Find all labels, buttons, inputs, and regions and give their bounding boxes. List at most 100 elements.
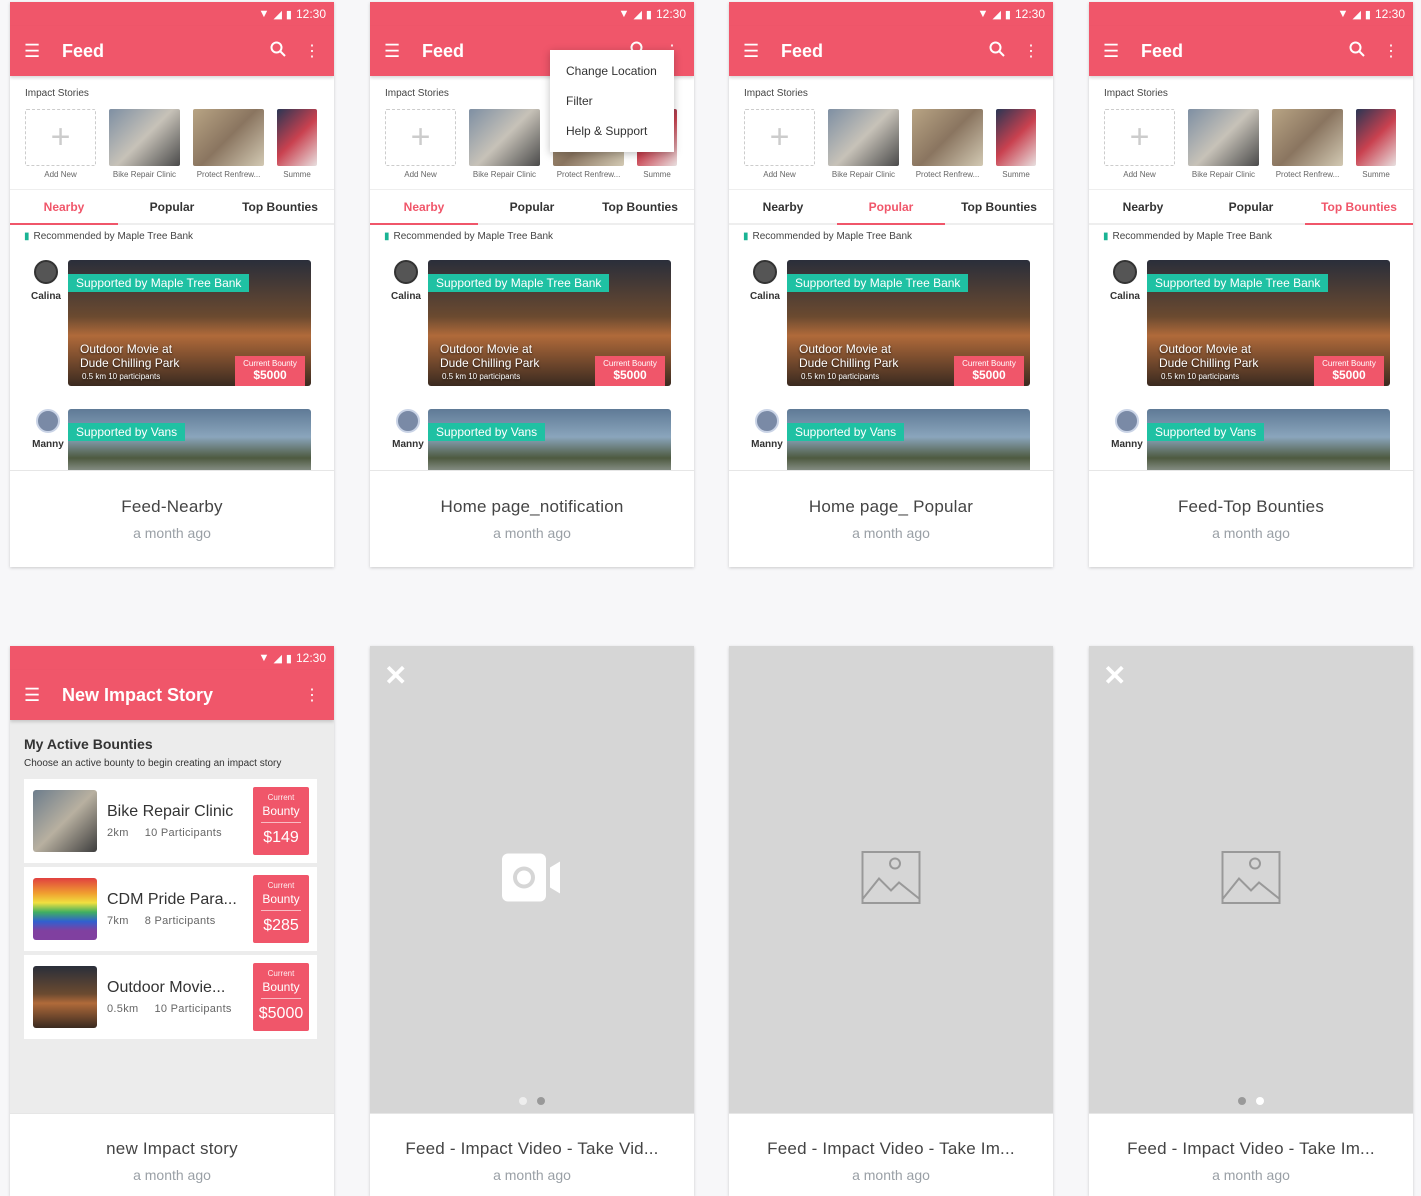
sponsor-badge: Supported by Vans — [787, 423, 905, 441]
design-card[interactable]: Feed - Impact Video - Take Im... a month… — [729, 646, 1053, 1196]
app-bar-title: Feed — [781, 40, 824, 61]
menu-item-change-location[interactable]: Change Location — [550, 56, 674, 86]
menu-item-help-support[interactable]: Help & Support — [550, 116, 674, 146]
tab-popular[interactable]: Popular — [1197, 190, 1305, 223]
image-icon[interactable] — [1221, 850, 1281, 909]
hamburger-icon[interactable]: ☰ — [743, 41, 769, 62]
pager-dot[interactable] — [1238, 1097, 1246, 1105]
screen-preview[interactable]: ✕ — [370, 646, 694, 1113]
feed-post[interactable]: Calina Supported by Maple Tree Bank Outd… — [1103, 248, 1396, 392]
bookmark-icon: ▮ — [1103, 231, 1109, 242]
story-add-new[interactable]: + Add New — [1104, 109, 1175, 179]
bounty-list-item[interactable]: Bike Repair Clinic 2km 10 Participants Cu… — [24, 779, 317, 863]
wifi-icon: ▼ — [1337, 8, 1349, 20]
pager-dot[interactable] — [537, 1097, 545, 1105]
tab-nearby[interactable]: Nearby — [370, 190, 478, 225]
tab-top-bounties[interactable]: Top Bounties — [586, 190, 694, 223]
close-icon[interactable]: ✕ — [1103, 662, 1126, 690]
card-title[interactable]: Feed-Top Bounties — [1089, 497, 1413, 517]
tab-nearby[interactable]: Nearby — [1089, 190, 1197, 223]
search-icon[interactable] — [270, 41, 286, 62]
card-title[interactable]: new Impact story — [10, 1139, 334, 1159]
tab-top-bounties[interactable]: Top Bounties — [945, 190, 1053, 223]
close-icon[interactable]: ✕ — [384, 662, 407, 690]
screen-preview[interactable]: ▼ ◢ ▮ 12:30 ☰ Feed ⋮ Impact Stories + Ad… — [1089, 2, 1413, 470]
story-bike-repair[interactable]: Bike Repair Clinic — [1188, 109, 1259, 179]
hamburger-icon[interactable]: ☰ — [24, 41, 50, 62]
feed-post[interactable]: Calina Supported by Maple Tree Bank Outd… — [743, 248, 1036, 392]
story-protect-renfrew[interactable]: Protect Renfrew... — [193, 109, 264, 179]
feed-tabs: Nearby Popular Top Bounties — [370, 189, 694, 225]
story-protect-renfrew[interactable]: Protect Renfrew... — [912, 109, 983, 179]
card-title[interactable]: Home page_notification — [370, 497, 694, 517]
design-card[interactable]: ▼ ◢ ▮ 12:30 ☰ Feed ⋮ Change LocationFilt… — [370, 2, 694, 567]
design-card[interactable]: ✕ Feed - Impact Video - Take Im... a mon… — [1089, 646, 1413, 1196]
search-icon[interactable] — [1349, 41, 1365, 62]
design-card[interactable]: ▼ ◢ ▮ 12:30 ☰ New Impact Story ⋮ My Acti… — [10, 646, 334, 1196]
story-thumbnail — [1272, 109, 1343, 166]
story-bike-repair[interactable]: Bike Repair Clinic — [469, 109, 540, 179]
feed-post[interactable]: Manny Supported by Vans — [24, 397, 317, 470]
story-protect-renfrew[interactable]: Protect Renfrew... — [1272, 109, 1343, 179]
feed-post[interactable]: Calina Supported by Maple Tree Bank Outd… — [384, 248, 677, 392]
card-timestamp: a month ago — [133, 1167, 211, 1183]
story-add-new[interactable]: + Add New — [744, 109, 815, 179]
more-vert-icon[interactable]: ⋮ — [304, 41, 320, 61]
story-summer[interactable]: Summe — [277, 109, 317, 179]
screen-preview[interactable]: ▼ ◢ ▮ 12:30 ☰ Feed ⋮ Impact Stories + Ad… — [10, 2, 334, 470]
tab-top-bounties[interactable]: Top Bounties — [226, 190, 334, 223]
card-title[interactable]: Feed - Impact Video - Take Im... — [1089, 1139, 1413, 1159]
more-vert-icon[interactable]: ⋮ — [1383, 41, 1399, 61]
design-card[interactable]: ▼ ◢ ▮ 12:30 ☰ Feed ⋮ Impact Stories + Ad… — [729, 2, 1053, 567]
feed-post[interactable]: Manny Supported by Vans — [384, 397, 677, 470]
avatar — [1115, 409, 1139, 433]
hamburger-icon[interactable]: ☰ — [384, 41, 410, 62]
impact-stories-row: + Add New Bike Repair Clinic Protect Ren… — [1089, 99, 1413, 179]
feed-post[interactable]: Manny Supported by Vans — [743, 397, 1036, 470]
story-summer[interactable]: Summe — [1356, 109, 1396, 179]
menu-item-filter[interactable]: Filter — [550, 86, 674, 116]
more-vert-icon[interactable]: ⋮ — [304, 685, 320, 705]
story-bike-repair[interactable]: Bike Repair Clinic — [828, 109, 899, 179]
status-time: 12:30 — [295, 7, 326, 21]
feed-post[interactable]: Manny Supported by Vans — [1103, 397, 1396, 470]
pager-dot[interactable] — [519, 1097, 527, 1105]
screen-preview[interactable]: ▼ ◢ ▮ 12:30 ☰ Feed ⋮ Impact Stories + Ad… — [729, 2, 1053, 470]
tab-popular[interactable]: Popular — [118, 190, 226, 223]
card-title[interactable]: Feed-Nearby — [10, 497, 334, 517]
tab-top-bounties[interactable]: Top Bounties — [1305, 190, 1413, 225]
impact-stories-label: Impact Stories — [744, 88, 808, 99]
more-vert-icon[interactable]: ⋮ — [1023, 41, 1039, 61]
story-bike-repair[interactable]: Bike Repair Clinic — [109, 109, 180, 179]
tab-nearby[interactable]: Nearby — [729, 190, 837, 223]
story-add-new[interactable]: + Add New — [385, 109, 456, 179]
card-title[interactable]: Home page_ Popular — [729, 497, 1053, 517]
screen-preview[interactable]: ▼ ◢ ▮ 12:30 ☰ New Impact Story ⋮ My Acti… — [10, 646, 334, 1113]
tab-nearby[interactable]: Nearby — [10, 190, 118, 225]
search-icon[interactable] — [989, 41, 1005, 62]
tab-popular[interactable]: Popular — [478, 190, 586, 223]
design-card[interactable]: ▼ ◢ ▮ 12:30 ☰ Feed ⋮ Impact Stories + Ad… — [1089, 2, 1413, 567]
tab-popular[interactable]: Popular — [837, 190, 945, 225]
story-summer[interactable]: Summe — [996, 109, 1036, 179]
story-label: Summe — [1362, 170, 1390, 179]
feed-post[interactable]: Calina Supported by Maple Tree Bank Outd… — [24, 248, 317, 392]
bounty-thumbnail — [33, 790, 97, 852]
screen-preview[interactable]: ▼ ◢ ▮ 12:30 ☰ Feed ⋮ Change LocationFilt… — [370, 2, 694, 470]
card-title[interactable]: Feed - Impact Video - Take Vid... — [370, 1139, 694, 1159]
card-caption: Home page_notification a month ago — [370, 470, 694, 567]
bookmark-icon: ▮ — [384, 231, 390, 242]
story-add-new[interactable]: + Add New — [25, 109, 96, 179]
video-camera-icon[interactable] — [502, 853, 562, 906]
bounty-list-item[interactable]: CDM Pride Para... 7km 8 Participants Curr… — [24, 867, 317, 951]
screen-preview[interactable] — [729, 646, 1053, 1113]
screen-preview[interactable]: ✕ — [1089, 646, 1413, 1113]
pager-dot[interactable] — [1256, 1097, 1264, 1105]
hamburger-icon[interactable]: ☰ — [1103, 41, 1129, 62]
image-icon[interactable] — [861, 850, 921, 909]
design-card[interactable]: ▼ ◢ ▮ 12:30 ☰ Feed ⋮ Impact Stories + Ad… — [10, 2, 334, 567]
hamburger-icon[interactable]: ☰ — [24, 685, 50, 706]
bounty-list-item[interactable]: Outdoor Movie... 0.5km 10 Participants Cu… — [24, 955, 317, 1039]
card-title[interactable]: Feed - Impact Video - Take Im... — [729, 1139, 1053, 1159]
design-card[interactable]: ✕ Feed - Impact Video - Take Vid... a mo… — [370, 646, 694, 1196]
